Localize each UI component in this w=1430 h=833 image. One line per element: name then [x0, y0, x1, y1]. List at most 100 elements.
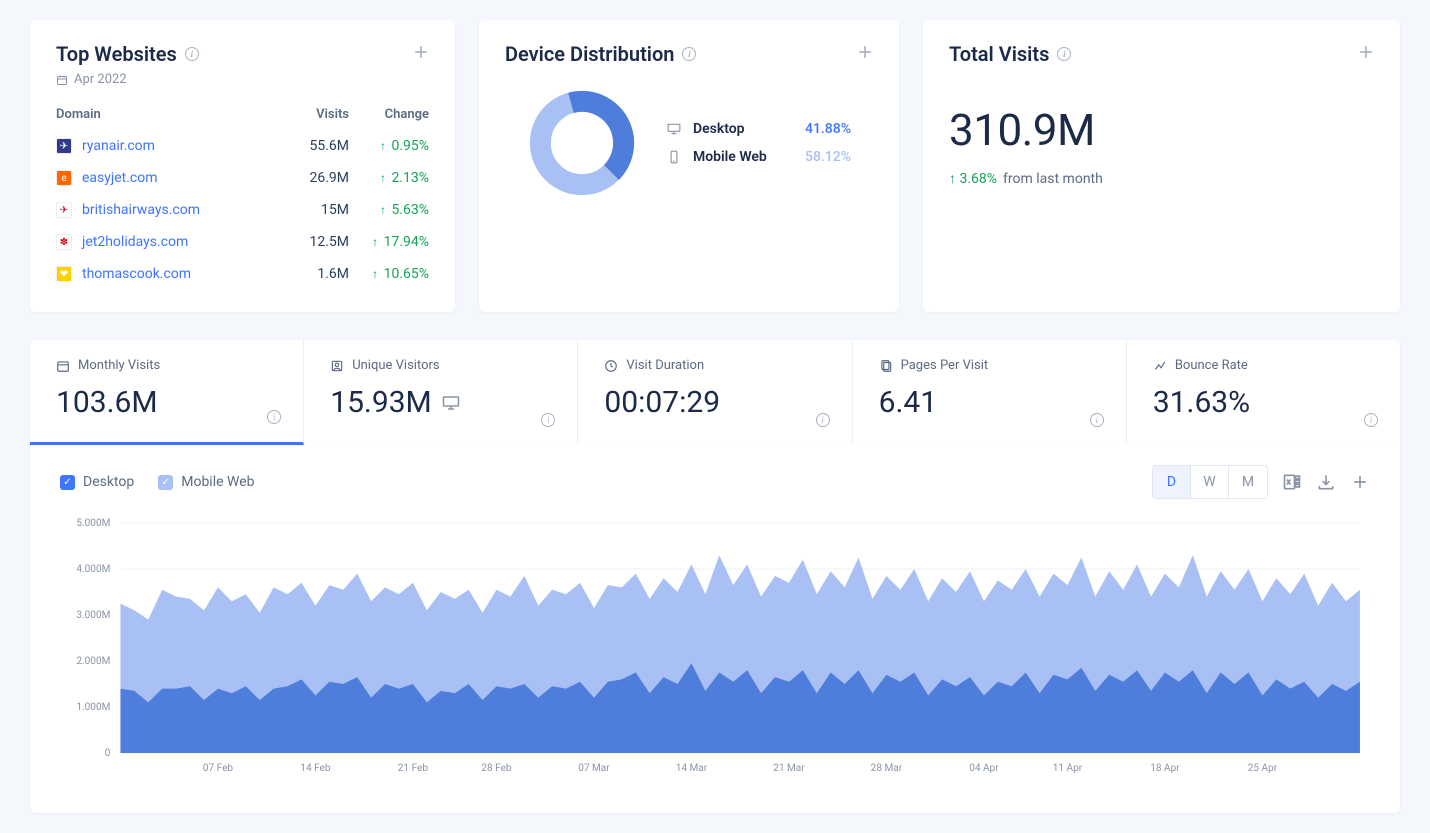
svg-text:0: 0 — [105, 748, 111, 759]
arrow-up-icon: ↑ — [372, 235, 378, 249]
device-desktop-pct: 41.88% — [805, 121, 851, 137]
website-link[interactable]: britishairways.com — [82, 202, 279, 218]
granularity-toggle: D W M — [1152, 465, 1268, 499]
device-mobileweb-pct: 58.12% — [805, 149, 851, 165]
change-label: from last month — [1003, 171, 1103, 187]
change-value: ↑ 0.95% — [349, 138, 429, 154]
website-link[interactable]: easyjet.com — [82, 170, 279, 186]
calendar-icon — [56, 74, 68, 86]
table-row: ✈ ryanair.com 55.6M ↑ 0.95% — [56, 130, 429, 162]
table-row: ❤ thomascook.com 1.6M ↑ 10.65% — [56, 258, 429, 290]
svg-text:2.000M: 2.000M — [76, 656, 110, 667]
traffic-chart-card: ✓ Desktop ✓ Mobile Web D W M 0 1.000M 2.00… — [30, 445, 1400, 813]
website-link[interactable]: jet2holidays.com — [82, 234, 279, 250]
metrics-row: Monthly Visits 103.6M i Unique Visitors … — [30, 340, 1400, 445]
metric-label: Unique Visitors — [352, 358, 439, 373]
info-icon[interactable]: i — [1364, 413, 1378, 427]
clock-icon — [604, 359, 618, 373]
bounce-icon — [1153, 359, 1167, 373]
plus-icon[interactable] — [411, 42, 431, 62]
info-icon[interactable]: i — [816, 413, 830, 427]
legend-mobileweb[interactable]: ✓ Mobile Web — [158, 474, 254, 490]
svg-text:4.000M: 4.000M — [76, 564, 110, 575]
plus-icon[interactable] — [1356, 42, 1376, 62]
svg-text:21 Mar: 21 Mar — [773, 763, 805, 774]
visits-value: 15M — [279, 202, 349, 218]
device-distribution-title: Device Distribution — [505, 42, 674, 66]
export-excel-icon[interactable] — [1282, 472, 1302, 492]
total-visits-card: Total Visits i 310.9M ↑ 3.68% from last … — [923, 20, 1400, 312]
legend-desktop[interactable]: ✓ Desktop — [60, 474, 134, 490]
granularity-day-button[interactable]: D — [1153, 466, 1191, 498]
checkbox-icon: ✓ — [60, 475, 75, 490]
table-row: e easyjet.com 26.9M ↑ 2.13% — [56, 162, 429, 194]
svg-text:14 Feb: 14 Feb — [300, 763, 331, 774]
metric-value: 103.6M — [56, 385, 158, 420]
total-visits-title: Total Visits — [949, 42, 1049, 66]
visits-value: 12.5M — [279, 234, 349, 250]
top-websites-card: Top Websites i Apr 2022 Domain Visits Ch… — [30, 20, 455, 312]
website-link[interactable]: thomascook.com — [82, 266, 279, 282]
plus-icon[interactable] — [1350, 472, 1370, 492]
svg-text:04 Apr: 04 Apr — [969, 763, 999, 774]
arrow-up-icon: ↑ — [949, 171, 956, 187]
metric-value: 6.41 — [879, 385, 938, 420]
favicon-icon: ❤ — [56, 266, 72, 282]
plus-icon[interactable] — [855, 42, 875, 62]
favicon-icon: ✽ — [56, 234, 72, 250]
device-donut-chart — [527, 88, 637, 198]
info-icon[interactable]: i — [682, 47, 696, 61]
metric-monthly-visits[interactable]: Monthly Visits 103.6M i — [30, 340, 304, 445]
svg-text:1.000M: 1.000M — [76, 702, 110, 713]
device-row-desktop: Desktop 41.88% — [667, 121, 851, 137]
favicon-icon: e — [56, 170, 72, 186]
checkbox-icon: ✓ — [158, 475, 173, 490]
change-value: ↑ 2.13% — [349, 170, 429, 186]
download-icon[interactable] — [1316, 472, 1336, 492]
visits-value: 55.6M — [279, 138, 349, 154]
svg-text:3.000M: 3.000M — [76, 610, 110, 621]
metric-value: 15.93M — [330, 385, 432, 420]
info-icon[interactable]: i — [541, 413, 555, 427]
visits-value: 1.6M — [279, 266, 349, 282]
date-label: Apr 2022 — [74, 72, 127, 87]
desktop-icon — [667, 122, 681, 136]
metric-label: Monthly Visits — [78, 358, 160, 373]
svg-text:14 Mar: 14 Mar — [676, 763, 708, 774]
desktop-icon — [442, 394, 460, 412]
metric-pages-per-visit[interactable]: Pages Per Visit 6.41 i — [853, 340, 1127, 445]
favicon-icon: ✈ — [56, 202, 72, 218]
table-row: ✽ jet2holidays.com 12.5M ↑ 17.94% — [56, 226, 429, 258]
arrow-up-icon: ↑ — [380, 139, 386, 153]
total-visits-value: 310.9M — [949, 104, 1374, 156]
granularity-week-button[interactable]: W — [1191, 466, 1229, 498]
metric-visit-duration[interactable]: Visit Duration 00:07:29 i — [578, 340, 852, 445]
info-icon[interactable]: i — [1057, 47, 1071, 61]
info-icon[interactable]: i — [267, 410, 281, 424]
metric-value: 31.63% — [1153, 385, 1250, 420]
svg-text:21 Feb: 21 Feb — [398, 763, 429, 774]
granularity-month-button[interactable]: M — [1229, 466, 1267, 498]
change-value: ↑ 10.65% — [349, 266, 429, 282]
col-change-header: Change — [349, 107, 429, 122]
mobile-icon — [667, 150, 681, 164]
favicon-icon: ✈ — [56, 138, 72, 154]
metric-bounce-rate[interactable]: Bounce Rate 31.63% i — [1127, 340, 1400, 445]
metric-label: Bounce Rate — [1175, 358, 1248, 373]
arrow-up-icon: ↑ — [380, 203, 386, 217]
metric-value: 00:07:29 — [604, 385, 720, 420]
svg-text:07 Feb: 07 Feb — [203, 763, 234, 774]
info-icon[interactable]: i — [185, 47, 199, 61]
website-link[interactable]: ryanair.com — [82, 138, 279, 154]
device-mobileweb-label: Mobile Web — [693, 149, 793, 165]
cal-icon — [56, 359, 70, 373]
col-visits-header: Visits — [279, 107, 349, 122]
metric-label: Pages Per Visit — [901, 358, 989, 373]
total-visits-change: ↑ 3.68% from last month — [949, 170, 1374, 187]
change-value: ↑ 17.94% — [349, 234, 429, 250]
device-distribution-card: Device Distribution i Desktop 41.88% — [479, 20, 899, 312]
visits-value: 26.9M — [279, 170, 349, 186]
date-line: Apr 2022 — [56, 72, 429, 87]
metric-unique-visitors[interactable]: Unique Visitors 15.93M i — [304, 340, 578, 445]
info-icon[interactable]: i — [1090, 413, 1104, 427]
